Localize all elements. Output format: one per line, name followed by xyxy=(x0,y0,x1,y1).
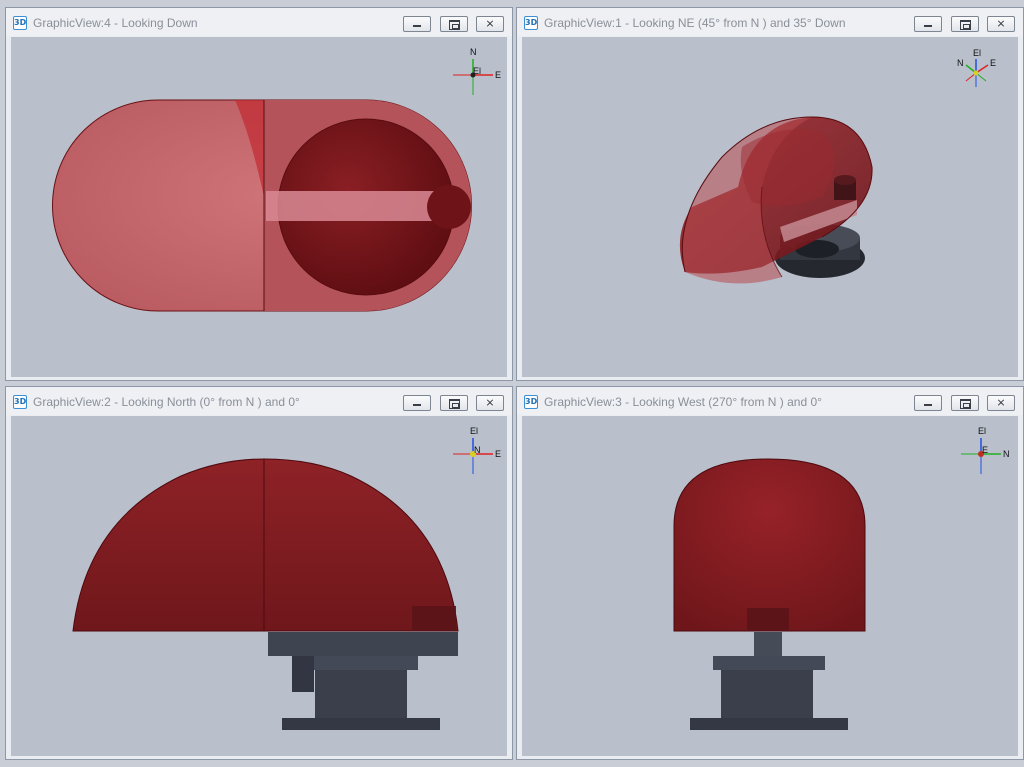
radome-top-view-render: N E El xyxy=(52,47,501,312)
maximize-icon xyxy=(959,20,971,30)
maximize-icon xyxy=(448,20,460,30)
axis-label-east: E xyxy=(495,449,501,459)
maximize-icon xyxy=(959,399,971,409)
axis-triad-icon: El N E xyxy=(957,48,996,87)
title-bar[interactable]: 3D GraphicView:4 - Looking Down ⨯ xyxy=(6,8,512,36)
close-button[interactable]: ⨯ xyxy=(476,395,504,411)
feed-arm xyxy=(266,191,444,221)
3d-viewport[interactable]: El N E xyxy=(522,416,1018,756)
close-icon: ⨯ xyxy=(996,396,1006,409)
3d-app-icon: 3D xyxy=(13,16,27,30)
axis-label-east: E xyxy=(982,445,988,455)
window-title: GraphicView:4 - Looking Down xyxy=(33,16,198,30)
title-bar[interactable]: 3D GraphicView:1 - Looking NE (45° from … xyxy=(517,8,1023,36)
close-button[interactable]: ⨯ xyxy=(987,16,1015,32)
close-icon: ⨯ xyxy=(485,17,495,30)
graphic-view-3[interactable]: 3D GraphicView:3 - Looking West (270° fr… xyxy=(516,386,1024,760)
window-title: GraphicView:2 - Looking North (0° from N… xyxy=(33,395,300,409)
axis-label-north: N xyxy=(957,58,964,68)
axis-label-north: N xyxy=(1003,449,1010,459)
axis-label-east: E xyxy=(990,58,996,68)
radome-isometric-view-render: El N E xyxy=(679,48,996,284)
3d-app-icon: 3D xyxy=(524,16,538,30)
axis-label-north: N xyxy=(470,47,477,57)
maximize-button[interactable] xyxy=(950,16,979,32)
minimize-icon xyxy=(413,25,422,27)
graphic-view-4[interactable]: 3D GraphicView:4 - Looking Down ⨯ N E El xyxy=(5,7,513,381)
axis-label-elevation: El xyxy=(473,66,481,76)
minimize-icon xyxy=(413,404,422,406)
window-title: GraphicView:1 - Looking NE (45° from N )… xyxy=(544,16,846,30)
radome-west-view-render: El N E xyxy=(673,426,1010,730)
close-icon: ⨯ xyxy=(996,17,1006,30)
maximize-button[interactable] xyxy=(950,395,979,411)
maximize-button[interactable] xyxy=(439,395,468,411)
window-title: GraphicView:3 - Looking West (270° from … xyxy=(544,395,822,409)
3d-viewport[interactable]: El N E xyxy=(522,37,1018,377)
minimize-button[interactable] xyxy=(914,16,943,32)
axis-triad-icon: El N E xyxy=(961,426,1010,474)
minimize-icon xyxy=(924,25,933,27)
minimize-button[interactable] xyxy=(403,16,432,32)
axis-label-north: N xyxy=(474,445,481,455)
axis-triad-icon: N E El xyxy=(453,47,501,95)
title-bar[interactable]: 3D GraphicView:2 - Looking North (0° fro… xyxy=(6,387,512,415)
graphic-view-2[interactable]: 3D GraphicView:2 - Looking North (0° fro… xyxy=(5,386,513,760)
minimize-button[interactable] xyxy=(914,395,943,411)
minimize-button[interactable] xyxy=(403,395,432,411)
3d-app-icon: 3D xyxy=(13,395,27,409)
maximize-icon xyxy=(448,399,460,409)
3d-viewport[interactable]: N E El xyxy=(11,37,507,377)
3d-app-icon: 3D xyxy=(524,395,538,409)
axis-label-elevation: El xyxy=(973,48,981,58)
axis-label-east: E xyxy=(495,70,501,80)
close-button[interactable]: ⨯ xyxy=(476,16,504,32)
minimize-icon xyxy=(924,404,933,406)
close-button[interactable]: ⨯ xyxy=(987,395,1015,411)
close-icon: ⨯ xyxy=(485,396,495,409)
3d-viewport[interactable]: El E N xyxy=(11,416,507,756)
graphic-view-1[interactable]: 3D GraphicView:1 - Looking NE (45° from … xyxy=(516,7,1024,381)
radome-north-view-render: El E N xyxy=(72,426,501,730)
axis-triad-icon: El E N xyxy=(453,426,501,474)
maximize-button[interactable] xyxy=(439,16,468,32)
axis-label-elevation: El xyxy=(470,426,478,436)
title-bar[interactable]: 3D GraphicView:3 - Looking West (270° fr… xyxy=(517,387,1023,415)
axis-label-elevation: El xyxy=(978,426,986,436)
